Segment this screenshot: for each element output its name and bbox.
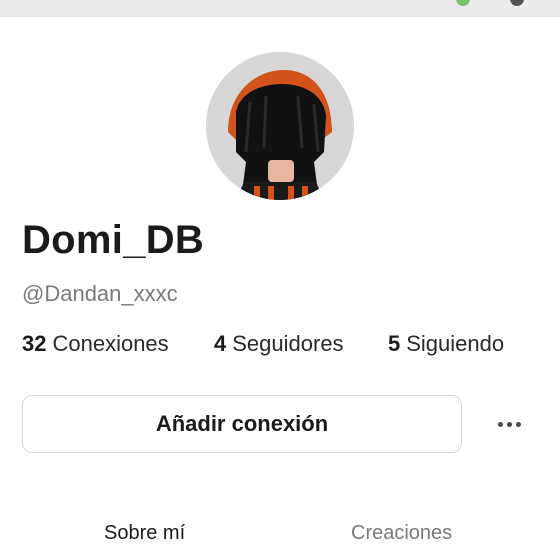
- more-horizontal-icon: [515, 421, 521, 427]
- status-icon: [510, 0, 524, 6]
- tab-creations[interactable]: Creaciones: [351, 522, 452, 545]
- status-icon: [456, 0, 470, 6]
- stat-following[interactable]: 5 Siguiendo: [388, 331, 504, 357]
- stat-followers[interactable]: 4 Seguidores: [214, 331, 344, 357]
- avatar-character-icon: [206, 52, 354, 200]
- stat-label: Conexiones: [52, 331, 169, 356]
- add-connection-button[interactable]: Añadir conexión: [22, 395, 462, 453]
- more-options-button[interactable]: [489, 408, 529, 440]
- status-bar: [0, 0, 560, 17]
- stat-label: Siguiendo: [406, 331, 505, 356]
- stat-connections[interactable]: 32 Conexiones: [22, 331, 169, 357]
- add-connection-label: Añadir conexión: [155, 411, 329, 436]
- tab-about[interactable]: Sobre mí: [104, 522, 185, 545]
- stat-count: 4: [214, 331, 227, 356]
- avatar[interactable]: [206, 52, 354, 200]
- stat-count: 32: [22, 331, 47, 356]
- profile-stats: 32 Conexiones 4 Seguidores 5 Siguiendo: [0, 331, 560, 359]
- more-horizontal-icon: [506, 421, 512, 427]
- stat-count: 5: [388, 331, 401, 356]
- display-name: Domi_DB: [22, 218, 205, 262]
- more-horizontal-icon: [497, 421, 503, 427]
- stat-label: Seguidores: [232, 331, 344, 356]
- username: @Dandan_xxxc: [22, 281, 178, 306]
